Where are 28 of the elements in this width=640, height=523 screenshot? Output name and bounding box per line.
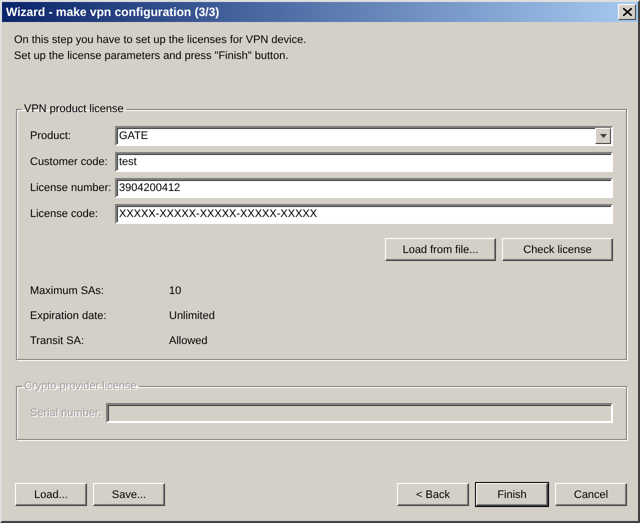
info-value: Allowed bbox=[169, 334, 208, 346]
field-label: Customer code: bbox=[30, 156, 109, 168]
field-label: License code: bbox=[30, 208, 99, 220]
footer-button[interactable]: Finish bbox=[476, 483, 548, 506]
group-title: VPN product license bbox=[23, 103, 125, 115]
footer-button[interactable]: Load... bbox=[15, 483, 87, 506]
info-label: Maximum SAs: bbox=[30, 284, 105, 296]
input-field[interactable]: 3904200412 bbox=[115, 178, 613, 198]
info-value: Unlimited bbox=[169, 310, 215, 322]
intro-text: Set up the license parameters and press "Finish" button. bbox=[14, 49, 290, 64]
close-button[interactable] bbox=[618, 4, 636, 20]
group-title: Crypto provider license bbox=[23, 380, 138, 392]
close-icon bbox=[622, 8, 632, 16]
field-label: License number: bbox=[30, 182, 112, 194]
footer-button[interactable]: < Back bbox=[397, 483, 469, 506]
input-field[interactable]: test bbox=[115, 152, 613, 172]
info-label: Transit SA: bbox=[30, 334, 85, 346]
field-label: Product: bbox=[30, 130, 72, 142]
action-button[interactable]: Check license bbox=[502, 238, 613, 261]
info-value: 10 bbox=[169, 284, 182, 296]
intro-text: On this step you have to set up the licenses for VPN device. bbox=[14, 33, 308, 48]
footer-button[interactable]: Cancel bbox=[555, 483, 627, 506]
action-button[interactable]: Load from file... bbox=[385, 238, 496, 261]
info-label: Expiration date: bbox=[30, 310, 108, 322]
product-dropdown[interactable]: GATE bbox=[115, 126, 613, 146]
window-title: Wizard - make vpn configuration (3/3) bbox=[6, 5, 220, 19]
footer-button[interactable]: Save... bbox=[93, 483, 165, 506]
input-field[interactable]: XXXXX-XXXXX-XXXXX-XXXXX-XXXXX bbox=[115, 204, 613, 224]
